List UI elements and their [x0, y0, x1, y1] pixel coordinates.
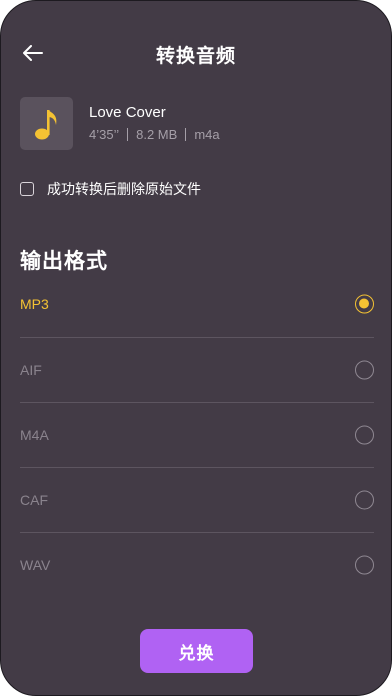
file-size: 8.2 MB: [136, 127, 178, 142]
format-label: CAF: [20, 491, 48, 508]
delete-original-option[interactable]: 成功转换后删除原始文件: [20, 179, 201, 199]
format-label: AIF: [20, 361, 42, 378]
file-name: Love Cover: [89, 104, 166, 121]
format-label: M4A: [20, 426, 49, 443]
meta-divider: [127, 128, 129, 141]
file-thumbnail: [20, 97, 73, 150]
radio-icon[interactable]: [355, 360, 374, 379]
format-label: MP3: [20, 295, 49, 312]
delete-original-checkbox[interactable]: [20, 182, 34, 196]
app-screen: 转换音频 Love Cover 4’35’’ 8.2 MB m4a 成功转换后删…: [0, 0, 392, 696]
radio-dot: [359, 298, 369, 308]
radio-icon[interactable]: [355, 490, 374, 509]
radio-icon[interactable]: [355, 425, 374, 444]
file-duration: 4’35’’: [89, 127, 120, 142]
format-option-aif[interactable]: AIF: [1, 337, 391, 402]
format-label: WAV: [20, 556, 51, 573]
header: 转换音频: [1, 31, 391, 75]
format-option-m4a[interactable]: M4A: [1, 402, 391, 467]
format-option-mp3[interactable]: MP3: [1, 271, 391, 336]
convert-button[interactable]: 兑换: [140, 629, 253, 673]
radio-icon[interactable]: [355, 555, 374, 574]
format-option-wav[interactable]: WAV: [1, 532, 391, 597]
meta-divider: [185, 128, 187, 141]
file-info: Love Cover 4’35’’ 8.2 MB m4a: [20, 97, 380, 151]
file-meta: 4’35’’ 8.2 MB m4a: [89, 127, 220, 142]
music-note-icon: [34, 109, 56, 139]
format-option-caf[interactable]: CAF: [1, 467, 391, 532]
file-format: m4a: [194, 127, 220, 142]
radio-selected-icon[interactable]: [355, 294, 374, 313]
delete-original-label: 成功转换后删除原始文件: [47, 182, 201, 198]
page-title: 转换音频: [155, 45, 236, 67]
